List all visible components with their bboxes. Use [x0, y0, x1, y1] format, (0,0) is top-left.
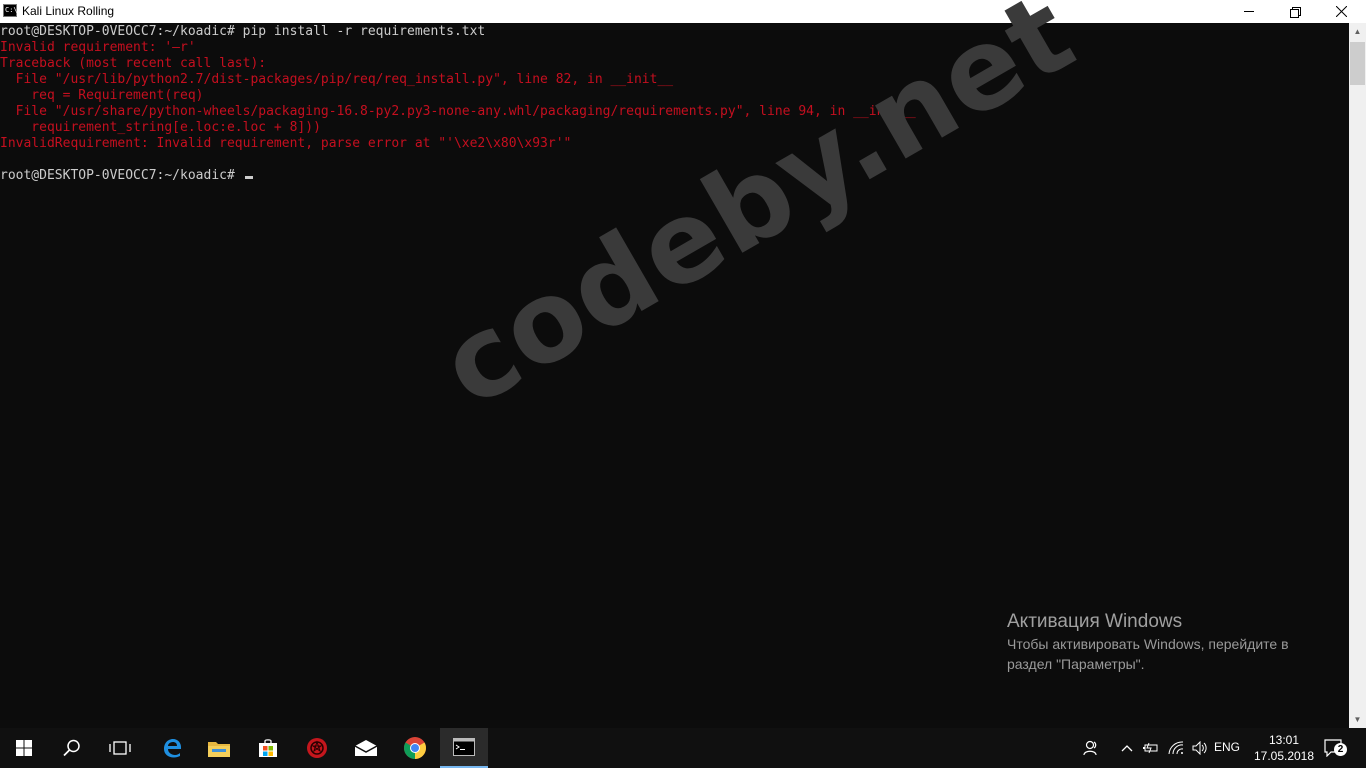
store-button[interactable]: [244, 728, 292, 768]
search-icon: [63, 739, 80, 757]
console-line: root@DESKTOP-0VEOCC7:~/koadic# pip insta…: [0, 24, 486, 39]
file-explorer-icon: [208, 742, 230, 757]
mail-icon: [354, 740, 378, 756]
restore-icon: [1290, 6, 1301, 18]
volume-icon: [1192, 741, 1207, 755]
notification-count-badge: 2: [1334, 743, 1347, 756]
edge-icon: [164, 739, 181, 758]
terminal-icon: [453, 738, 475, 756]
people-button[interactable]: [1080, 728, 1102, 768]
title-bar: C:\. Kali Linux Rolling: [0, 0, 1366, 23]
task-view-button[interactable]: [96, 728, 144, 768]
battery-icon: [1143, 742, 1158, 754]
console-line: requirement_string[e.loc:e.loc + 8])): [0, 120, 321, 135]
vertical-scrollbar[interactable]: ▲ ▼: [1349, 23, 1366, 728]
console-line: InvalidRequirement: Invalid requirement,…: [0, 136, 572, 151]
chrome-icon: [404, 737, 426, 759]
prompt-line: root@DESKTOP-0VEOCC7:~/koadic#: [0, 168, 253, 184]
close-button[interactable]: [1318, 0, 1364, 23]
terminal-button[interactable]: [440, 728, 488, 768]
store-icon: [259, 739, 277, 757]
mail-button[interactable]: [342, 728, 390, 768]
clock-date: 17.05.2018: [1253, 749, 1315, 763]
scroll-thumb[interactable]: [1350, 42, 1365, 85]
chevron-up-icon: [1121, 745, 1133, 752]
activation-title: Активация Windows: [1007, 611, 1183, 632]
battery-button[interactable]: [1142, 728, 1160, 768]
search-button[interactable]: [48, 728, 96, 768]
kali-button[interactable]: [293, 728, 341, 768]
start-button[interactable]: [0, 728, 48, 768]
close-icon: [1335, 6, 1347, 17]
input-language[interactable]: ENG: [1214, 740, 1240, 754]
minimize-icon: [1244, 11, 1254, 12]
scroll-up-icon[interactable]: ▲: [1349, 23, 1366, 40]
clock-time: 13:01: [1268, 733, 1300, 747]
file-explorer-button[interactable]: [195, 728, 243, 768]
chrome-button[interactable]: [391, 728, 439, 768]
console-app-icon[interactable]: C:\.: [3, 4, 22, 17]
start-icon: [16, 740, 32, 756]
wifi-icon: [1168, 741, 1184, 755]
network-button[interactable]: [1166, 728, 1186, 768]
windows-activation-notice: Активация Windows Чтобы активировать Win…: [1007, 610, 1327, 674]
action-center-button[interactable]: 2: [1322, 728, 1347, 768]
show-hidden-icons-button[interactable]: [1118, 728, 1136, 768]
prompt-text: root@DESKTOP-0VEOCC7:~/koadic#: [0, 168, 243, 183]
people-icon: [1083, 740, 1097, 756]
activation-text: Чтобы активировать Windows, перейдите в …: [1007, 636, 1289, 672]
taskbar: ENG 13:01 17.05.2018 2: [0, 728, 1366, 768]
console-line: File "/usr/lib/python2.7/dist-packages/p…: [0, 72, 674, 87]
window-title: Kali Linux Rolling: [22, 4, 115, 18]
console-line: Traceback (most recent call last):: [0, 56, 267, 71]
scroll-down-icon[interactable]: ▼: [1349, 711, 1366, 728]
edge-button[interactable]: [148, 728, 196, 768]
console-line: req = Requirement(req): [0, 88, 204, 103]
kali-icon: [307, 738, 327, 758]
console-line: Invalid requirement: '–r': [0, 40, 196, 55]
minimize-button[interactable]: [1226, 0, 1272, 23]
text-cursor: [244, 176, 253, 179]
volume-button[interactable]: [1190, 728, 1210, 768]
restore-button[interactable]: [1272, 0, 1318, 23]
task-view-icon: [109, 741, 131, 755]
clock[interactable]: 13:01 17.05.2018: [1248, 732, 1320, 764]
